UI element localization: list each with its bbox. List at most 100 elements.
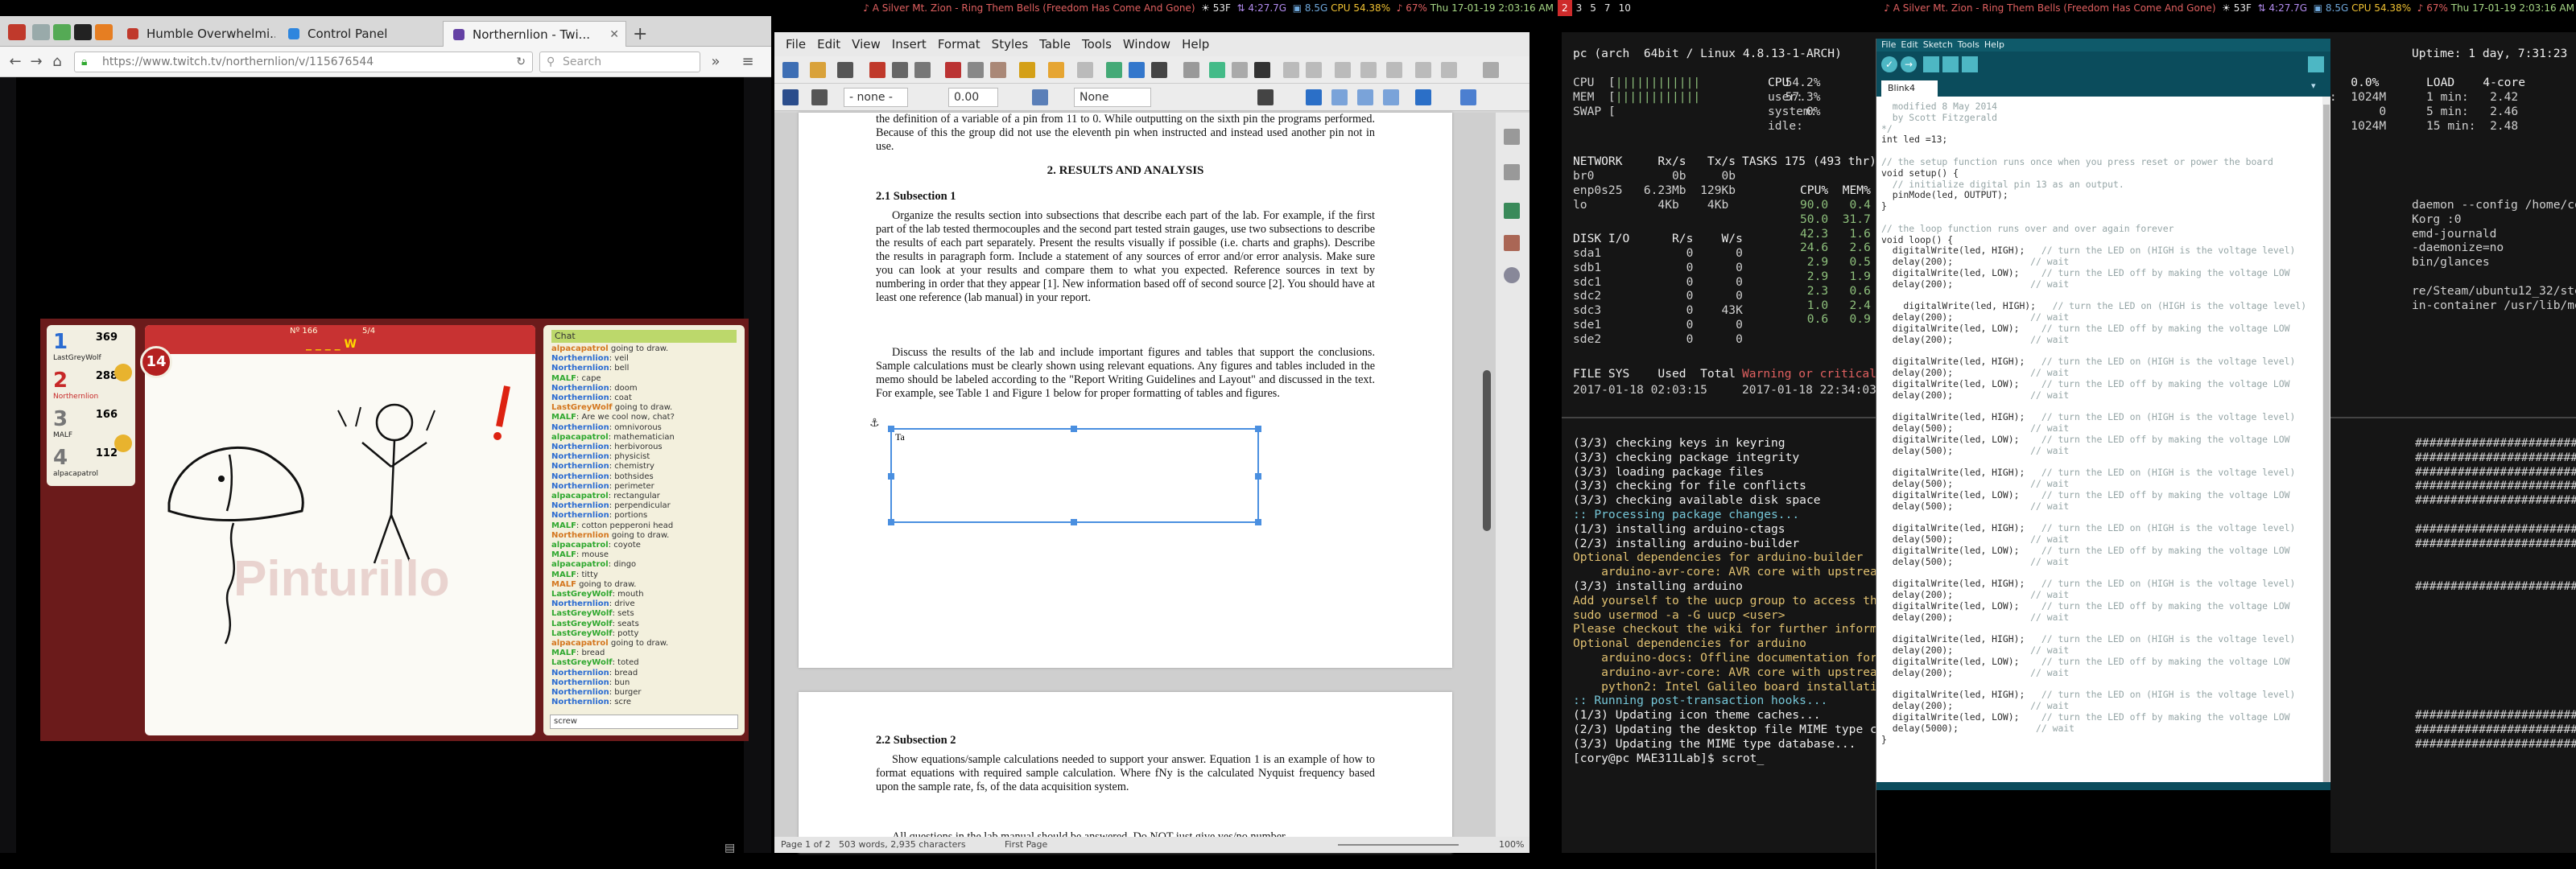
serial-monitor-icon[interactable] <box>2308 56 2324 72</box>
wrap-off-icon[interactable] <box>1306 89 1322 105</box>
back-icon[interactable]: ← <box>6 53 24 71</box>
pinned-tab-icon[interactable] <box>8 24 26 40</box>
scrollbar-thumb[interactable] <box>2323 105 2330 797</box>
paste-icon[interactable] <box>990 62 1006 78</box>
resize-handle[interactable] <box>1071 426 1077 432</box>
menu-table[interactable]: Table <box>1039 37 1071 51</box>
editor-scrollbar[interactable] <box>2322 97 2330 813</box>
wrap-page-icon[interactable] <box>1331 89 1348 105</box>
zoom-slider[interactable] <box>1338 844 1459 846</box>
anchor-icon[interactable] <box>1257 89 1274 105</box>
drawing-canvas[interactable]: Nº 166 5/4 _ _ _ _ W 14 Pinturillo <box>140 325 535 735</box>
print-icon[interactable] <box>892 62 908 78</box>
chat-input[interactable]: screw <box>550 715 738 729</box>
line-style-select[interactable]: - none - <box>844 88 908 107</box>
menu-tools[interactable]: Tools <box>1082 37 1112 51</box>
menu-edit[interactable]: Edit <box>1901 39 1918 50</box>
upload-icon[interactable]: → <box>1901 56 1917 72</box>
menu-help[interactable]: Help <box>1182 37 1209 51</box>
sidebar-navigator-icon[interactable] <box>1504 235 1520 251</box>
insert-hyperlink-icon[interactable] <box>1306 62 1322 78</box>
formatting-marks-icon[interactable] <box>1151 62 1167 78</box>
redo-icon[interactable] <box>1077 62 1093 78</box>
area-style-select[interactable]: None <box>1074 88 1151 107</box>
sidebar-styles-icon[interactable] <box>1504 164 1520 180</box>
sidebar-manage-changes-icon[interactable] <box>1504 267 1520 283</box>
pinned-tab-icon[interactable] <box>53 24 71 40</box>
resize-handle[interactable] <box>1071 519 1077 525</box>
toolbar-overflow-icon[interactable] <box>1483 62 1499 78</box>
close-tab-icon[interactable]: ✕ <box>609 22 619 47</box>
scrollbar-thumb[interactable] <box>1483 370 1491 531</box>
bring-front-icon[interactable] <box>1460 89 1476 105</box>
resize-handle[interactable] <box>1255 519 1261 525</box>
save-icon[interactable] <box>837 62 853 78</box>
new-tab-button[interactable]: + <box>633 24 647 44</box>
pinned-tab-icon[interactable] <box>95 24 113 40</box>
twitch-player[interactable]: 1 369 LastGreyWolf 2 288 Northernlion 3 … <box>16 77 749 864</box>
insert-special-char-icon[interactable] <box>1283 62 1299 78</box>
align-objects-icon[interactable] <box>1415 89 1431 105</box>
overflow-icon[interactable]: » <box>707 53 724 71</box>
menu-insert[interactable]: Insert <box>892 37 927 51</box>
resize-handle[interactable] <box>1255 426 1261 432</box>
find-replace-icon[interactable] <box>1106 62 1122 78</box>
insert-comment-icon[interactable] <box>1360 62 1377 78</box>
workspace-button[interactable]: 7 <box>1600 0 1615 16</box>
verify-icon[interactable]: ✓ <box>1881 56 1897 72</box>
menu-help[interactable]: Help <box>1984 39 2004 50</box>
menu-sketch[interactable]: Sketch <box>1923 39 1953 50</box>
open-sketch-icon[interactable] <box>1942 56 1959 72</box>
resize-handle[interactable] <box>1255 473 1261 480</box>
arrow-style-icon[interactable] <box>811 89 828 105</box>
menu-icon[interactable]: ≡ <box>739 53 757 71</box>
insert-textbox-icon[interactable] <box>1254 62 1270 78</box>
insert-image-icon[interactable] <box>1209 62 1225 78</box>
spelling-icon[interactable] <box>1129 62 1145 78</box>
pinned-tab-icon[interactable] <box>32 24 50 40</box>
page-1[interactable]: the definition of a variable of a pin fr… <box>799 113 1452 668</box>
workspace-button[interactable]: 10 <box>1615 0 1635 16</box>
page-2[interactable]: 2.2 Subsection 2 Show equations/sample c… <box>799 692 1452 853</box>
reload-icon[interactable]: ↻ <box>516 52 526 72</box>
tab-control-panel[interactable]: Control Panel <box>279 21 440 47</box>
sidebar-properties-icon[interactable] <box>1504 129 1520 145</box>
new-sketch-icon[interactable] <box>1923 56 1939 72</box>
tab-menu-icon[interactable]: ▾ <box>2311 80 2326 93</box>
menu-window[interactable]: Window <box>1123 37 1170 51</box>
line-icon[interactable] <box>1415 62 1431 78</box>
new-document-icon[interactable] <box>782 62 799 78</box>
insert-chart-icon[interactable] <box>1232 62 1248 78</box>
copy-icon[interactable] <box>968 62 984 78</box>
code-editor[interactable]: modified 8 May 2014 by Scott Fitzgerald *… <box>1876 97 2322 813</box>
sidebar-gallery-icon[interactable] <box>1504 203 1520 219</box>
pinned-tab-icon[interactable] <box>74 24 92 40</box>
forward-icon[interactable]: → <box>27 53 45 71</box>
tab-northernlion[interactable]: Northernlion - Twi... ✕ <box>443 21 626 47</box>
menu-tools[interactable]: Tools <box>1958 39 1979 50</box>
tab-humble[interactable]: Humble Overwhelmi... <box>118 21 275 47</box>
workspace-button[interactable]: 2 <box>1558 0 1572 16</box>
cut-icon[interactable] <box>945 62 961 78</box>
url-bar[interactable]: 🔒︎ https://www.twitch.tv/northernlion/v/… <box>74 51 533 72</box>
export-pdf-icon[interactable] <box>869 62 886 78</box>
insert-footnote-icon[interactable] <box>1335 62 1351 78</box>
menu-file[interactable]: File <box>1881 39 1896 50</box>
resize-handle[interactable] <box>888 426 894 432</box>
wrap-through-icon[interactable] <box>1383 89 1399 105</box>
menu-view[interactable]: View <box>852 37 881 51</box>
chat-toggle-icon[interactable]: ▤ <box>724 842 741 856</box>
menu-edit[interactable]: Edit <box>817 37 840 51</box>
menu-format[interactable]: Format <box>938 37 980 51</box>
line-style-icon[interactable] <box>782 89 799 105</box>
workspace-button[interactable]: 5 <box>1586 0 1600 16</box>
undo-icon[interactable] <box>1048 62 1064 78</box>
text-frame[interactable]: Ta <box>888 426 1261 525</box>
clone-formatting-icon[interactable] <box>1019 62 1035 78</box>
home-icon[interactable]: ⌂ <box>48 53 66 71</box>
resize-handle[interactable] <box>888 519 894 525</box>
tab-blink4[interactable]: Blink4 <box>1881 80 1938 97</box>
area-fill-icon[interactable] <box>1032 89 1048 105</box>
track-changes-icon[interactable] <box>1386 62 1402 78</box>
print-preview-icon[interactable] <box>914 62 931 78</box>
